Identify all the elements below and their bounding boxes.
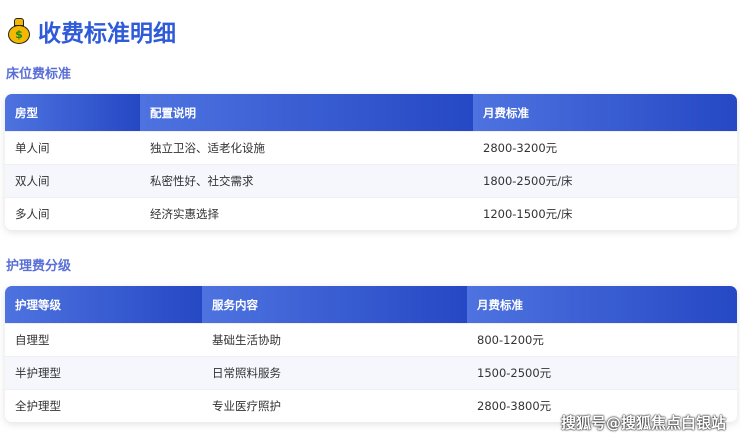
cell: 独立卫浴、适老化设施 (150, 141, 265, 155)
bed-fee-heading: 床位费标准 (6, 67, 72, 82)
cell: 多人间 (15, 207, 50, 221)
bed-fee-table: 房型 配置说明 月费标准 单人间 独立卫浴、适老化设施 2800-3200元 双… (5, 94, 737, 230)
cell: 半护理型 (15, 366, 61, 380)
cell: 单人间 (15, 141, 50, 155)
table-row: 双人间 私密性好、社交需求 1800-2500元/床 (5, 164, 737, 197)
column-header: 配置说明 (140, 94, 473, 131)
cell: 自理型 (15, 333, 50, 347)
table-row: 多人间 经济实惠选择 1200-1500元/床 (5, 197, 737, 230)
table-row: 半护理型 日常照料服务 1500-2500元 (5, 356, 737, 389)
cell: 全护理型 (15, 399, 61, 413)
page-title: 收费标准明细 (38, 21, 176, 47)
column-header: 服务内容 (202, 286, 467, 323)
cell: 私密性好、社交需求 (150, 174, 254, 188)
cell: 1200-1500元/床 (483, 207, 573, 221)
cell: 800-1200元 (477, 333, 544, 347)
cell: 双人间 (15, 174, 50, 188)
cell: 1500-2500元 (477, 366, 552, 380)
money-bag-icon: $ (8, 18, 30, 44)
watermark: 搜狐号@搜狐焦点白银站 (560, 414, 726, 432)
table-header: 房型 配置说明 月费标准 (5, 94, 737, 131)
column-header: 护理等级 (5, 286, 202, 323)
cell: 专业医疗照护 (212, 399, 281, 413)
cell: 2800-3200元 (483, 141, 558, 155)
column-header: 房型 (5, 94, 140, 131)
column-header: 月费标准 (473, 94, 737, 131)
cell: 基础生活协助 (212, 333, 281, 347)
care-fee-heading: 护理费分级 (6, 259, 72, 274)
table-header: 护理等级 服务内容 月费标准 (5, 286, 737, 323)
table-row: 自理型 基础生活协助 800-1200元 (5, 323, 737, 356)
cell: 日常照料服务 (212, 366, 281, 380)
cell: 经济实惠选择 (150, 207, 219, 221)
table-row: 单人间 独立卫浴、适老化设施 2800-3200元 (5, 131, 737, 164)
cell: 1800-2500元/床 (483, 174, 573, 188)
column-header: 月费标准 (467, 286, 737, 323)
page-header: $ 收费标准明细 (8, 14, 176, 48)
care-fee-table: 护理等级 服务内容 月费标准 自理型 基础生活协助 800-1200元 半护理型… (5, 286, 737, 422)
